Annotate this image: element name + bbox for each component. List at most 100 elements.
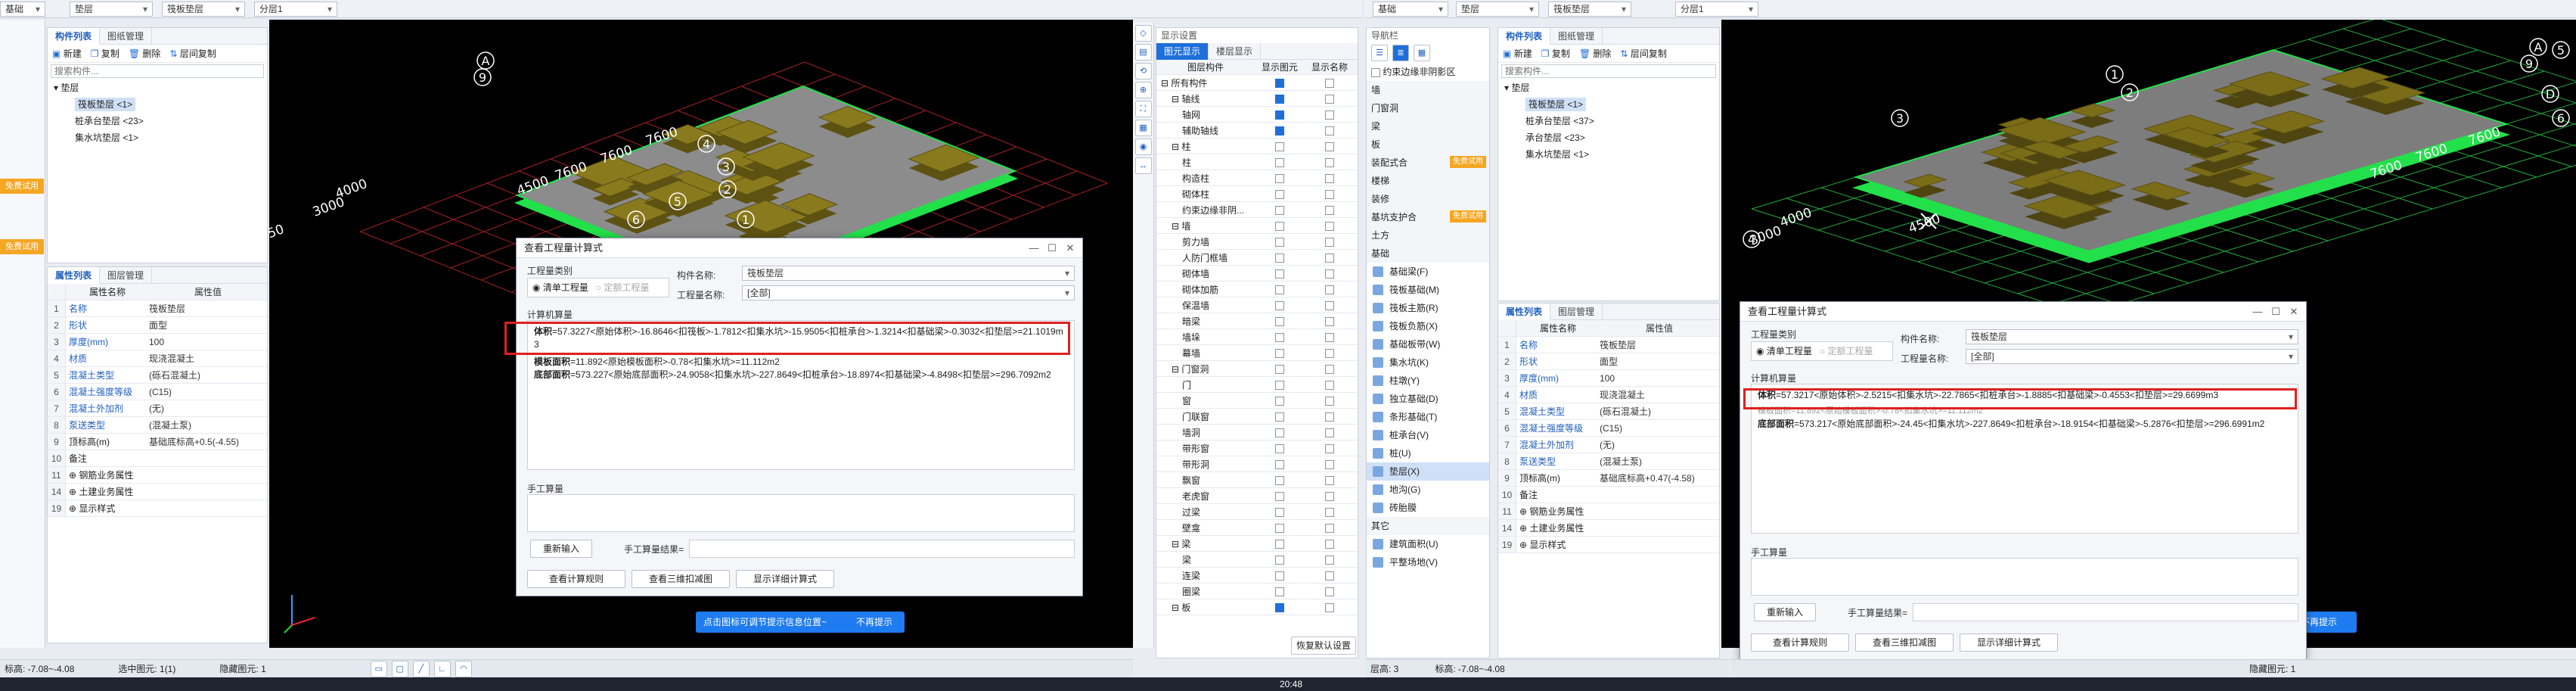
view-calc-rules-button[interactable]: 查看计算规则 [1751, 633, 1849, 652]
nav-filter[interactable]: 约束边缘非阴影区 [1367, 63, 1489, 81]
view-cube-icon[interactable]: ◇ [1134, 25, 1152, 42]
display-row[interactable]: 幕墙 [1156, 345, 1358, 361]
tab-component-list[interactable]: 构件列表 [48, 27, 101, 45]
arc-icon[interactable]: ◠ [455, 660, 472, 677]
display-row[interactable]: 带形洞 [1156, 456, 1358, 472]
property-row[interactable]: 2 形状 面型 [1498, 353, 1719, 370]
property-value[interactable]: (砾石混凝土) [1597, 405, 1719, 418]
tab-floor-display[interactable]: 楼层显示 [1209, 42, 1262, 60]
floor-copy-button[interactable]: ⇅ 层间复制 [169, 47, 216, 60]
display-row[interactable]: 墙垛 [1156, 329, 1358, 345]
tab-component-list[interactable]: 构件列表 [1498, 27, 1551, 45]
display-row[interactable]: 连梁 [1156, 568, 1358, 584]
display-row[interactable]: 门联窗 [1156, 409, 1358, 425]
show-detail-formula-button[interactable]: 显示详细计算式 [1960, 633, 2058, 652]
nav-item[interactable]: 装修 [1367, 190, 1489, 208]
show-name-checkbox[interactable] [1305, 490, 1355, 501]
nav-item[interactable]: 地沟(G) [1367, 481, 1489, 499]
show-name-checkbox[interactable] [1305, 570, 1355, 581]
free-trial-badge[interactable]: 免费试用 [0, 179, 44, 194]
show-name-checkbox[interactable] [1305, 443, 1355, 453]
show-name-checkbox[interactable] [1305, 157, 1355, 167]
view-3d-deduction-button[interactable]: 查看三维扣减图 [1855, 633, 1954, 652]
show-element-checkbox[interactable] [1255, 490, 1305, 501]
tree-item[interactable]: 集水坑垫层 <1> [1504, 146, 1719, 163]
show-element-checkbox[interactable] [1255, 316, 1305, 326]
show-element-checkbox[interactable] [1255, 157, 1305, 167]
new-button[interactable]: ▣ 新建 [1503, 47, 1532, 60]
show-name-checkbox[interactable] [1305, 554, 1355, 565]
show-name-checkbox[interactable] [1305, 395, 1355, 406]
nav-item[interactable]: 垫层(X) [1367, 462, 1489, 481]
tree-item[interactable]: 桩承台垫层 <23> [54, 113, 267, 129]
property-value[interactable]: (混凝土泵) [146, 419, 267, 431]
show-name-checkbox[interactable] [1305, 220, 1355, 231]
show-element-checkbox[interactable] [1255, 427, 1305, 437]
bill-quantity-radio[interactable]: ◉ 清单工程量 [1756, 346, 1812, 356]
nav-item[interactable]: 筏板主筋(R) [1367, 299, 1489, 317]
show-name-checkbox[interactable] [1305, 522, 1355, 533]
display-row[interactable]: ⊟ 梁 [1156, 536, 1358, 552]
property-value[interactable]: 基础底标高+0.47(-4.58) [1597, 472, 1719, 484]
snap-icon[interactable]: ▭ [370, 660, 387, 677]
display-row[interactable]: 保温墙 [1156, 297, 1358, 313]
property-row[interactable]: 5 混凝土类型 (砾石混凝土) [1498, 403, 1719, 420]
rotate-icon[interactable]: ⟲ [1134, 63, 1152, 79]
nav-item[interactable]: 装配式合 免费试用 [1367, 154, 1489, 172]
zoom-icon[interactable]: ⊕ [1134, 82, 1152, 98]
display-row[interactable]: 约束边缘非阴... [1156, 202, 1358, 218]
close-button[interactable]: ✕ [1061, 238, 1079, 258]
tree-item[interactable]: 桩承台垫层 <37> [1504, 113, 1719, 129]
fit-icon[interactable]: ⛶ [1134, 101, 1152, 117]
show-name-checkbox[interactable] [1305, 188, 1355, 199]
layer-dropdown[interactable]: 分层1 [254, 2, 337, 17]
display-row[interactable]: ⊟ 墙 [1156, 218, 1358, 234]
show-name-checkbox[interactable] [1305, 506, 1355, 517]
show-element-checkbox[interactable] [1255, 141, 1305, 151]
close-button[interactable]: ✕ [2285, 302, 2303, 322]
property-value[interactable]: 100 [146, 337, 267, 347]
maximize-button[interactable]: ☐ [1043, 238, 1061, 258]
manual-calc-textarea[interactable] [1751, 558, 2298, 596]
nav-item[interactable]: 筏板基础(M) [1367, 281, 1489, 299]
show-element-checkbox[interactable] [1255, 443, 1305, 453]
property-row[interactable]: 6 混凝土强度等级 (C15) [1498, 420, 1719, 437]
eye-icon[interactable]: ◉ [1134, 139, 1152, 155]
property-value[interactable]: (混凝土泵) [1597, 455, 1719, 468]
tab-layer-management[interactable]: 图层管理 [1550, 303, 1603, 320]
copy-button[interactable]: ❐ 复制 [91, 47, 119, 60]
show-name-checkbox[interactable] [1305, 363, 1355, 374]
show-element-checkbox[interactable] [1255, 300, 1305, 310]
tree-root[interactable]: ▾ 垫层 [54, 79, 267, 96]
floor-copy-button[interactable]: ⇅ 层间复制 [1620, 47, 1666, 60]
nav-item[interactable]: 独立基础(D) [1367, 390, 1489, 408]
show-name-checkbox[interactable] [1305, 475, 1355, 485]
display-row[interactable]: 柱 [1156, 154, 1358, 170]
maximize-button[interactable]: ☐ [2267, 302, 2285, 322]
show-name-checkbox[interactable] [1305, 236, 1355, 247]
quota-quantity-radio[interactable]: ○ 定额工程量 [596, 282, 650, 293]
view-3d-deduction-button[interactable]: 查看三维扣减图 [632, 570, 730, 588]
show-element-checkbox[interactable] [1255, 109, 1305, 120]
nav-item[interactable]: 墙 [1367, 81, 1489, 99]
show-element-checkbox[interactable] [1255, 77, 1305, 88]
nav-item[interactable]: 门窗洞 [1367, 99, 1489, 117]
free-trial-badge[interactable]: 免费试用 [1450, 210, 1486, 223]
property-row[interactable]: 3 厚度(mm) 100 [48, 334, 267, 350]
component-name-select[interactable]: 筏板垫层 [1966, 329, 2298, 344]
property-row[interactable]: 14 ⊕ 土建业务属性 [48, 484, 267, 500]
show-name-checkbox[interactable] [1305, 141, 1355, 151]
property-value[interactable]: (C15) [1597, 423, 1719, 434]
show-element-checkbox[interactable] [1255, 602, 1305, 612]
manual-result-input[interactable] [689, 540, 1075, 558]
reinput-button[interactable]: 重新输入 [530, 540, 592, 558]
show-element-checkbox[interactable] [1255, 252, 1305, 263]
component-dropdown[interactable]: 筏板垫层 [1548, 2, 1631, 17]
nav-item[interactable]: 基础板带(W) [1367, 335, 1489, 353]
property-row[interactable]: 8 泵送类型 (混凝土泵) [1498, 453, 1719, 470]
nav-item[interactable]: 条形基础(T) [1367, 408, 1489, 426]
delete-button[interactable]: 🗑 删除 [129, 47, 161, 60]
delete-button[interactable]: 🗑 删除 [1579, 47, 1612, 60]
grid-view-icon[interactable]: ▦ [1414, 45, 1430, 61]
property-row[interactable]: 4 材质 现浇混凝土 [1498, 387, 1719, 403]
